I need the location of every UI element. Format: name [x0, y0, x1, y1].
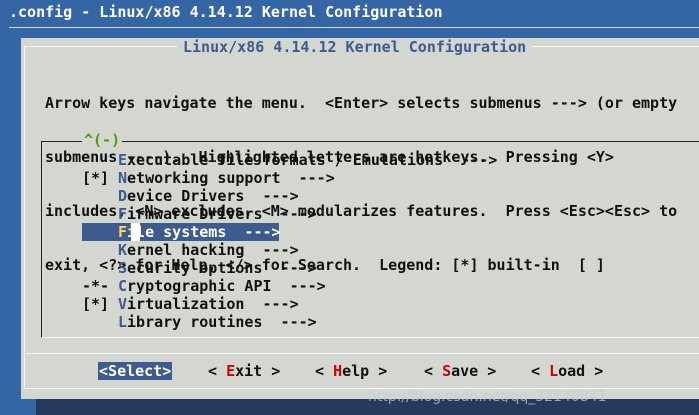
menu-item-hotkey: L: [118, 313, 128, 331]
menu-item-marker: [82, 151, 118, 169]
button-hotkey: E: [226, 362, 236, 380]
button-label: ave >: [451, 362, 497, 380]
menu-item-hotkey: V: [118, 295, 128, 313]
kernel-config-dialog: Linux/x86 4.14.12 Kernel Configuration A…: [21, 38, 699, 399]
button-bracket: <: [208, 362, 227, 380]
menu-item-marker: -*-: [82, 277, 110, 295]
button-help[interactable]: < Help >: [314, 362, 388, 380]
window-title: .config - Linux/x86 4.14.12 Kernel Confi…: [9, 3, 443, 21]
button-hotkey: S: [108, 362, 118, 380]
menu-item[interactable]: [*] Virtualization --->: [82, 295, 299, 313]
button-row: <Select> < Exit > < Help > < Save > < Load >: [21, 362, 699, 382]
button-separator: [24, 353, 699, 354]
menu-item-marker: [82, 241, 118, 259]
window-title-bar: .config - Linux/x86 4.14.12 Kernel Confi…: [0, 0, 699, 26]
menu-item-label: evice Drivers --->: [127, 187, 299, 205]
menu-item[interactable]: Firmware Drivers --->: [82, 205, 317, 223]
menu-item-label: ernel hacking --->: [127, 241, 299, 259]
menu-item-marker: [82, 313, 118, 331]
menu-item[interactable]: Device Drivers --->: [82, 187, 299, 205]
button-select[interactable]: <Select>: [98, 362, 173, 380]
dialog-title: Linux/x86 4.14.12 Kernel Configuration: [177, 38, 533, 56]
button-label: elect>: [117, 362, 172, 380]
menu-item[interactable]: Executable file formats / Emulations ---…: [82, 151, 497, 169]
menu-item-hotkey: E: [118, 151, 128, 169]
menu-item-label: ecurity options --->: [127, 259, 317, 277]
help-line: Arrow keys navigate the menu. <Enter> se…: [45, 94, 678, 112]
menu-item[interactable]: Security options --->: [82, 259, 317, 277]
button-hotkey: L: [549, 362, 559, 380]
title-divider: [9, 27, 699, 28]
menu-item[interactable]: -*- Cryptographic API --->: [82, 277, 326, 295]
menu-item-hotkey: K: [118, 241, 128, 259]
button-bracket: <: [99, 362, 109, 380]
menu-item-hotkey: S: [118, 259, 128, 277]
button-label: elp >: [342, 362, 388, 380]
menu-item-marker: [82, 187, 118, 205]
menu-item-marker: [82, 259, 118, 277]
menu-item-label: etworking support --->: [127, 169, 335, 187]
menu-item-label: irtualization --->: [127, 295, 299, 313]
menu-item[interactable]: Kernel hacking --->: [82, 241, 299, 259]
menu-item[interactable]: [*] Networking support --->: [82, 169, 335, 187]
button-exit[interactable]: < Exit >: [207, 362, 281, 380]
button-bracket: <: [315, 362, 334, 380]
button-bracket: <: [531, 362, 550, 380]
watermark: http://blog.csdn.net/qq_32140841: [368, 389, 607, 405]
menu-item-marker: [82, 223, 118, 241]
button-bracket: <: [424, 362, 443, 380]
menu-item-hotkey: F: [118, 205, 128, 223]
menu-item-hotkey: N: [118, 169, 128, 187]
scroll-up-indicator[interactable]: ^(-): [82, 131, 123, 149]
menu-item-label: ibrary routines --->: [127, 313, 317, 331]
menu-item-hotkey: C: [118, 277, 128, 295]
menu-item-label: irmware Drivers --->: [127, 205, 317, 223]
menu-item-hotkey: D: [118, 187, 128, 205]
menu-item-marker: [*]: [82, 295, 110, 313]
menu-item-label: ryptographic API --->: [127, 277, 326, 295]
menu-item-marker: [82, 205, 118, 223]
selection-cursor: [131, 223, 140, 241]
menu-list[interactable]: ^(-) Executable file formats / Emulation…: [41, 131, 699, 338]
menu-item-label: xecutable file formats / Emulations --->: [127, 151, 498, 169]
button-label: oad >: [558, 362, 604, 380]
menu-item-marker: [*]: [82, 169, 110, 187]
button-save[interactable]: < Save >: [423, 362, 497, 380]
button-hotkey: S: [442, 362, 452, 380]
button-label: xit >: [235, 362, 281, 380]
button-load[interactable]: < Load >: [530, 362, 604, 380]
menu-item-label: ile systems --->: [127, 223, 281, 241]
menu-item[interactable]: File systems --->: [82, 223, 281, 241]
menu-item-hotkey: F: [118, 223, 128, 241]
button-hotkey: H: [333, 362, 343, 380]
menu-item[interactable]: Library routines --->: [82, 313, 317, 331]
